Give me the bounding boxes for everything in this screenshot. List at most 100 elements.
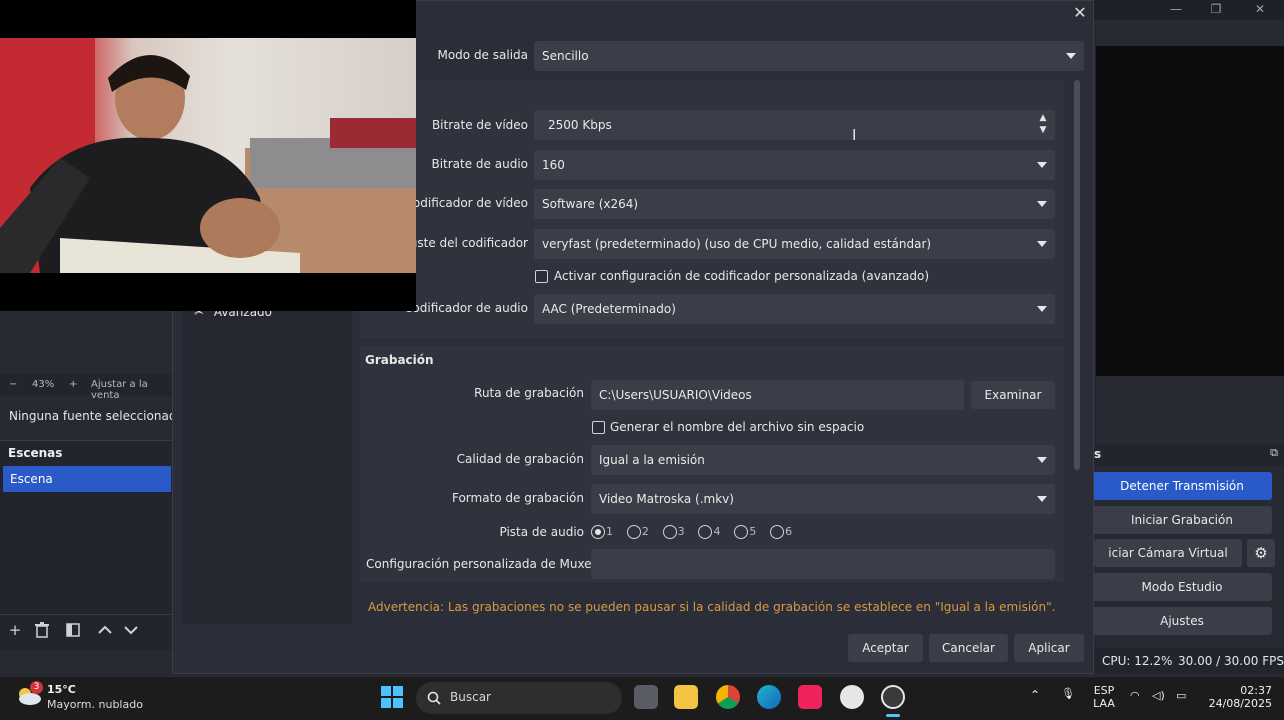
- taskbar-search[interactable]: [416, 682, 622, 714]
- scenes-toolbar: +: [0, 614, 172, 644]
- edge-icon[interactable]: [757, 685, 781, 709]
- recording-path-label: Ruta de grabación: [474, 386, 584, 400]
- audio-track-radio-4[interactable]: [698, 524, 713, 539]
- audio-track-number: 2: [641, 525, 649, 538]
- chevron-down-icon: [1037, 162, 1047, 168]
- battery-icon[interactable]: ▭: [1176, 689, 1186, 702]
- audio-bitrate-value: 160: [542, 158, 565, 172]
- language-code: ESP: [1093, 684, 1115, 697]
- nospace-filename-checkbox[interactable]: [592, 421, 605, 434]
- audio-track-number: 1: [606, 525, 613, 538]
- zoom-percent: 43%: [32, 379, 55, 390]
- custom-encoder-checkbox-label[interactable]: Activar configuración de codificador per…: [554, 269, 929, 283]
- audio-encoder-select[interactable]: AAC (Predeterminado): [534, 294, 1055, 324]
- clock[interactable]: 02:37 24/08/2025: [1204, 684, 1272, 710]
- gear-icon[interactable]: ⚙: [1247, 539, 1275, 567]
- video-bitrate-spinbox[interactable]: 2500 Kbps ▲ ▼: [534, 110, 1055, 140]
- file-explorer-icon[interactable]: [674, 685, 698, 709]
- settings-scrollbar[interactable]: [1074, 80, 1080, 470]
- recording-quality-select[interactable]: Igual a la emisión: [591, 445, 1055, 475]
- encoder-preset-select[interactable]: veryfast (predeterminado) (uso de CPU me…: [534, 229, 1055, 259]
- minimize-icon[interactable]: —: [1166, 2, 1186, 18]
- accept-button[interactable]: Aceptar: [848, 634, 923, 662]
- wifi-icon[interactable]: ◠: [1130, 689, 1140, 702]
- preview-area: [1096, 46, 1284, 376]
- output-mode-value: Sencillo: [542, 49, 589, 63]
- video-encoder-select[interactable]: Software (x264): [534, 189, 1055, 219]
- microphone-icon[interactable]: 🎙: [1061, 687, 1075, 700]
- task-view-icon[interactable]: [634, 685, 658, 709]
- zoom-fit-button[interactable]: Ajustar a la venta: [91, 379, 175, 401]
- chevron-down-icon: [1037, 241, 1047, 247]
- zoom-in-button[interactable]: +: [69, 379, 77, 390]
- audio-track-radio-6[interactable]: [770, 524, 785, 539]
- recording-format-select[interactable]: Video Matroska (.mkv): [591, 484, 1055, 514]
- maximize-icon[interactable]: ❐: [1206, 2, 1226, 18]
- audio-bitrate-label: Bitrate de audio: [431, 157, 528, 171]
- webcam-video: [0, 38, 416, 273]
- trash-icon[interactable]: [32, 620, 52, 640]
- chevron-down-icon: [1037, 306, 1047, 312]
- close-icon[interactable]: ✕: [1070, 3, 1090, 23]
- chrome-icon[interactable]: [716, 685, 740, 709]
- custom-encoder-checkbox[interactable]: [535, 270, 548, 283]
- no-source-label: Ninguna fuente seleccionad: [0, 402, 172, 430]
- search-placeholder: Buscar: [450, 690, 491, 704]
- apply-button[interactable]: Aplicar: [1014, 634, 1084, 662]
- obs-icon[interactable]: [881, 685, 905, 709]
- keyboard-layout: LAA: [1093, 697, 1115, 710]
- output-mode-label: Modo de salida: [437, 48, 528, 62]
- controls-title: s: [1094, 447, 1102, 461]
- zoom-bar: − 43% + Ajustar a la venta: [0, 374, 175, 401]
- audio-track-label: Pista de audio: [499, 525, 585, 539]
- audio-track-radios: 1 2 3 4 5 6: [591, 524, 802, 539]
- move-up-icon[interactable]: [95, 620, 115, 640]
- scene-item[interactable]: Escena: [3, 466, 171, 492]
- browse-button[interactable]: Examinar: [971, 381, 1055, 409]
- audio-track-radio-5[interactable]: [734, 524, 749, 539]
- recording-path-input[interactable]: C:\Users\USUARIO\Videos: [591, 380, 964, 410]
- maps-icon[interactable]: [840, 685, 864, 709]
- add-scene-icon[interactable]: +: [5, 620, 25, 640]
- filter-icon[interactable]: [63, 620, 83, 640]
- time: 02:37: [1240, 684, 1272, 697]
- volume-icon[interactable]: ◁): [1152, 689, 1165, 702]
- weather-description: Mayorm. nublado: [47, 698, 143, 711]
- spinner-arrows-icon[interactable]: ▲ ▼: [1037, 112, 1049, 138]
- audio-bitrate-select[interactable]: 160: [534, 150, 1055, 180]
- audio-track-radio-2[interactable]: [626, 524, 641, 539]
- chevron-down-icon: [1037, 201, 1047, 207]
- tiktok-icon[interactable]: [798, 685, 822, 709]
- muxer-settings-label: Configuración personalizada de Muxer: [366, 557, 597, 571]
- settings-button[interactable]: Ajustes: [1092, 607, 1272, 635]
- chevron-down-icon: [1037, 457, 1047, 463]
- weather-temperature: 15°C: [47, 683, 76, 696]
- date: 24/08/2025: [1208, 697, 1272, 710]
- recording-quality-value: Igual a la emisión: [599, 453, 705, 467]
- output-mode-select[interactable]: Sencillo: [534, 41, 1084, 71]
- start-recording-button[interactable]: Iniciar Grabación: [1092, 506, 1272, 534]
- search-icon: [427, 691, 441, 705]
- move-down-icon[interactable]: [121, 620, 141, 640]
- virtual-camera-button[interactable]: iciar Cámara Virtual: [1094, 539, 1242, 567]
- stop-stream-button[interactable]: Detener Transmisión: [1092, 472, 1272, 500]
- muxer-settings-input[interactable]: [591, 549, 1055, 579]
- cpu-usage: CPU: 12.2%: [1102, 654, 1173, 668]
- undock-icon[interactable]: ⧉: [1270, 446, 1278, 460]
- main-titlebar: — ❐ ✕: [1094, 0, 1284, 20]
- audio-track-radio-1[interactable]: [591, 524, 605, 539]
- cancel-button[interactable]: Cancelar: [929, 634, 1008, 662]
- audio-encoder-value: AAC (Predeterminado): [542, 302, 676, 316]
- audio-track-number: 3: [677, 525, 685, 538]
- studio-mode-button[interactable]: Modo Estudio: [1092, 573, 1272, 601]
- zoom-out-button[interactable]: −: [9, 379, 17, 390]
- windows-start-icon[interactable]: [381, 686, 403, 708]
- chevron-up-icon[interactable]: ⌃: [1030, 688, 1040, 702]
- weather-badge: 3: [30, 681, 43, 694]
- nospace-filename-label[interactable]: Generar el nombre del archivo sin espaci…: [610, 420, 864, 434]
- close-window-icon[interactable]: ✕: [1250, 2, 1270, 18]
- audio-track-radio-3[interactable]: [662, 524, 677, 539]
- encoder-preset-value: veryfast (predeterminado) (uso de CPU me…: [542, 237, 932, 251]
- language-indicator[interactable]: ESP LAA: [1092, 684, 1116, 710]
- recording-quality-label: Calidad de grabación: [456, 452, 584, 466]
